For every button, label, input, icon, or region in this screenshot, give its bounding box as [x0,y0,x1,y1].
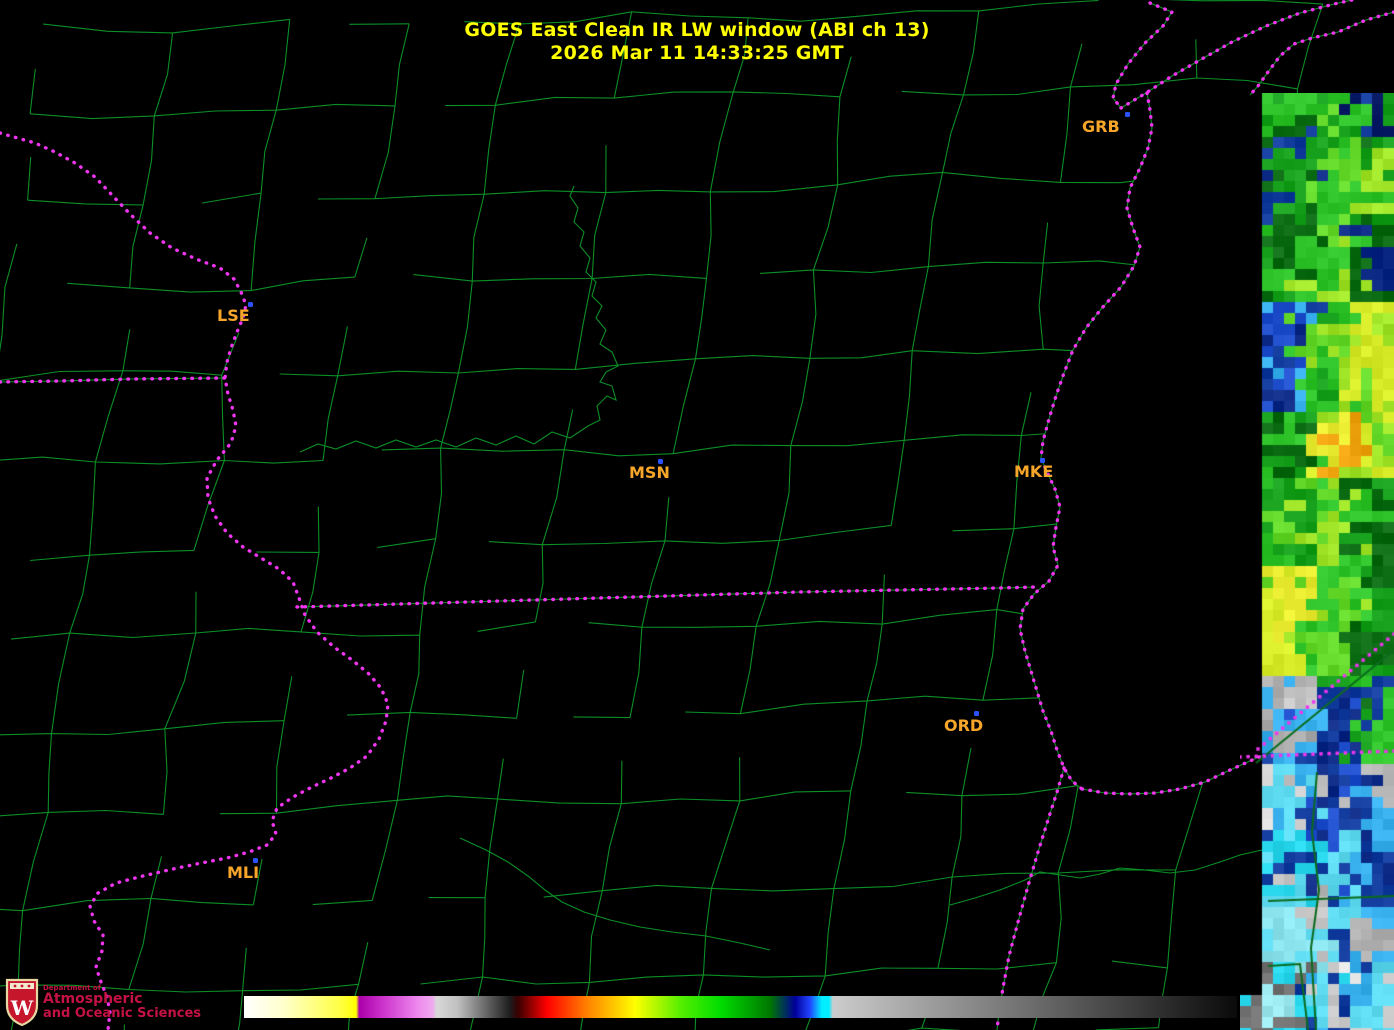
station-label-grb: GRB [1082,117,1120,136]
ir-temperature-colorbar [244,996,1237,1018]
aos-logo: W Department of Atmospheric and Oceanic … [5,977,201,1027]
station-label-mli: MLI [227,863,260,882]
ir-satellite-data-strip [1240,93,1394,1030]
station-label-lse: LSE [217,306,250,325]
timestamp: 2026 Mar 11 14:33:25 GMT [550,42,844,64]
goes-ir-satellite-map-view: GOES East Clean IR LW window (ABI ch 13)… [0,0,1394,1030]
station-dot-grb [1125,112,1130,117]
station-label-ord: ORD [944,716,984,735]
station-label-mke: MKE [1014,462,1054,481]
image-title: GOES East Clean IR LW window (ABI ch 13)… [0,19,1394,65]
uw-crest-icon: W [5,978,39,1027]
station-label-msn: MSN [629,463,670,482]
logo-name-line1: Atmospheric [43,991,143,1008]
logo-name-line2: and Oceanic Sciences [43,1006,202,1022]
product-title: GOES East Clean IR LW window (ABI ch 13) [464,19,930,41]
base-map [0,0,1394,1030]
svg-text:W: W [10,996,34,1020]
